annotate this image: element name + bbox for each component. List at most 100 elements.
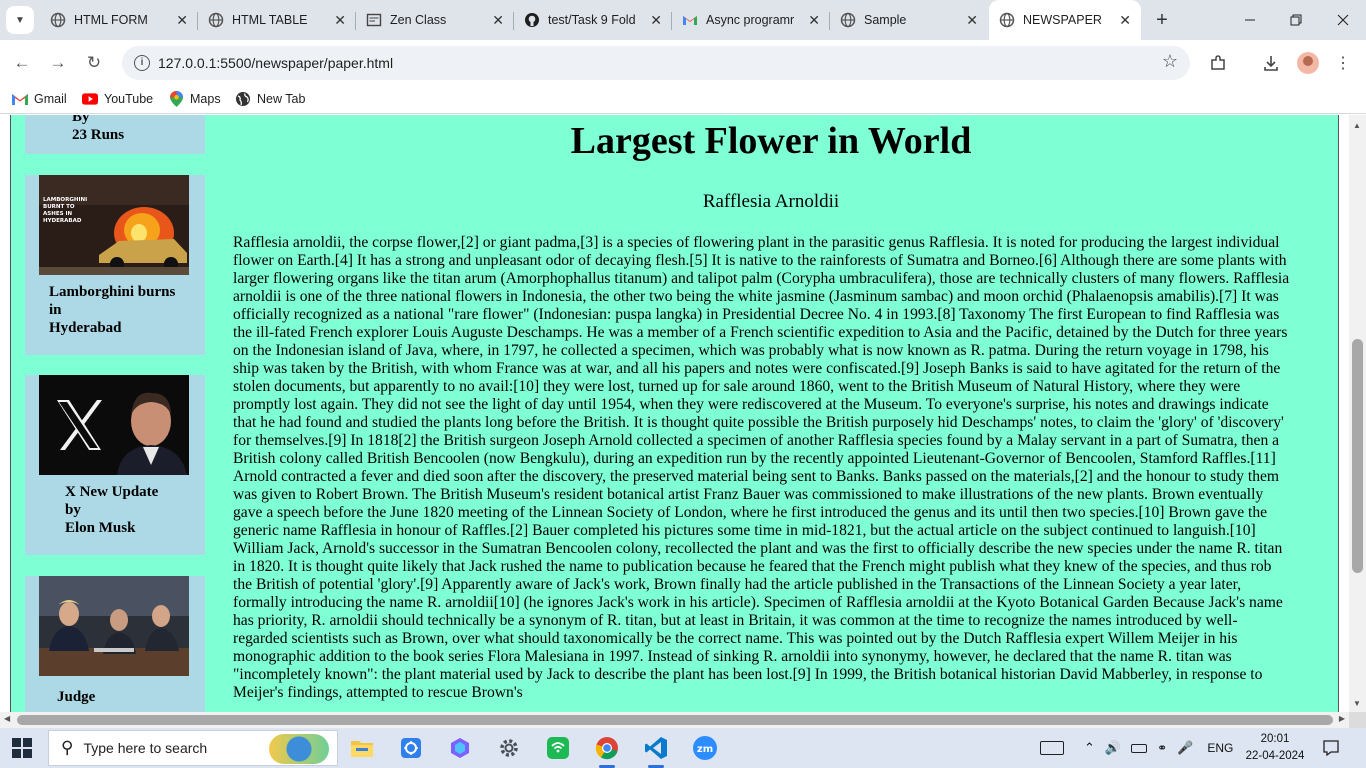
news-card-judge[interactable]: Judge: [25, 576, 205, 712]
microphone-icon[interactable]: 🎤: [1177, 740, 1193, 756]
search-highlight-icon[interactable]: [269, 734, 329, 764]
gmail-icon: [12, 91, 28, 107]
puzzle-icon: [1211, 55, 1225, 70]
wifi-icon[interactable]: ⚭: [1157, 741, 1167, 755]
clock-date: 22-04-2024: [1245, 750, 1305, 762]
close-icon[interactable]: ✕: [492, 12, 504, 29]
tab-html-table[interactable]: HTML TABLE ✕: [198, 0, 356, 40]
tab-newspaper[interactable]: NEWSPAPER ✕: [989, 0, 1141, 40]
tab-title: Zen Class: [390, 13, 447, 27]
close-icon[interactable]: ✕: [176, 12, 188, 29]
battery-icon[interactable]: [1131, 743, 1148, 753]
news-card-caption: Lamborghini burns in Hyderabad: [49, 284, 176, 336]
snipping-tool-icon[interactable]: [391, 732, 431, 764]
scroll-down-icon[interactable]: ▼: [1353, 699, 1361, 708]
news-card-lamborghini[interactable]: LAMBORGHINI BURNT TO ASHES IN HYDERABAD Lam…: [25, 175, 205, 355]
wifi-hotspot-icon[interactable]: [538, 732, 578, 764]
bookmark-maps[interactable]: Maps: [168, 91, 221, 107]
zoom-icon[interactable]: zm: [685, 732, 725, 764]
tab-search-button[interactable]: ▼: [6, 6, 34, 34]
tab-zen-class[interactable]: Zen Class ✕: [356, 0, 514, 40]
address-bar[interactable]: i 127.0.0.1:5500/newspaper/paper.html ☆: [122, 46, 1190, 80]
notification-icon: [1323, 740, 1339, 757]
courtroom-image[interactable]: [39, 576, 189, 676]
bookmark-new-tab[interactable]: New Tab: [235, 91, 305, 107]
lamborghini-fire-image[interactable]: LAMBORGHINI BURNT TO ASHES IN HYDERABAD: [39, 175, 189, 275]
notifications-button[interactable]: [1322, 728, 1340, 768]
tab-sample[interactable]: Sample ✕: [830, 0, 988, 40]
close-icon[interactable]: ✕: [334, 12, 346, 29]
news-card-caption: Judge: [57, 689, 96, 705]
close-icon[interactable]: ✕: [808, 12, 820, 29]
extensions-button[interactable]: [1205, 50, 1231, 76]
news-card-cricket[interactable]: By 23 Runs: [25, 115, 205, 154]
elon-musk-x-image[interactable]: [39, 375, 189, 475]
bookmark-label: Gmail: [34, 92, 67, 106]
tab-title: NEWSPAPER: [1023, 13, 1102, 27]
horizontal-scroll-thumb[interactable]: [17, 715, 1333, 725]
new-tab-button[interactable]: +: [1150, 8, 1174, 32]
taskbar-search-box[interactable]: ⚲ Type here to search: [48, 730, 338, 766]
windows-start-icon[interactable]: [12, 738, 32, 758]
keyboard-icon[interactable]: [1040, 741, 1064, 755]
scroll-right-icon[interactable]: ▶: [1339, 714, 1345, 723]
minimize-button[interactable]: [1227, 0, 1273, 40]
close-icon[interactable]: ✕: [1119, 12, 1131, 29]
downloads-button[interactable]: [1258, 50, 1284, 76]
vertical-scroll-thumb[interactable]: [1352, 339, 1363, 573]
site-info-icon[interactable]: i: [134, 55, 150, 71]
file-explorer-icon[interactable]: [342, 732, 382, 764]
bookmark-youtube[interactable]: YouTube: [82, 91, 153, 107]
download-icon: [1264, 56, 1278, 71]
profile-avatar[interactable]: [1297, 52, 1319, 74]
forward-button[interactable]: →: [44, 49, 72, 77]
search-icon: ⚲: [61, 738, 74, 757]
globe-icon: [50, 12, 66, 28]
close-icon[interactable]: ✕: [650, 12, 662, 29]
reload-button[interactable]: ↻: [80, 49, 108, 77]
bookmark-label: YouTube: [104, 92, 154, 106]
notification-tray: ⌃ 🔊 ⚭ 🎤 ENG: [1040, 728, 1233, 768]
close-icon[interactable]: ✕: [966, 12, 978, 29]
settings-icon[interactable]: [489, 732, 529, 764]
system-clock[interactable]: 20:01 22-04-2024: [1245, 731, 1305, 765]
scroll-left-icon[interactable]: ◀: [4, 714, 10, 723]
zen-class-icon: [366, 12, 382, 28]
close-window-button[interactable]: [1320, 0, 1366, 40]
vscode-icon[interactable]: [636, 732, 676, 768]
volume-icon[interactable]: 🔊: [1105, 740, 1121, 756]
bookmark-star-icon[interactable]: ☆: [1162, 51, 1178, 72]
menu-button[interactable]: ⋮: [1330, 50, 1356, 76]
page-viewport: By 23 Runs LAMBORGHINI BURNT TO ASHES IN…: [0, 115, 1349, 712]
tab-github[interactable]: test/Task 9 Fold ✕: [514, 0, 672, 40]
tab-strip: ▼ HTML FORM ✕ HTML TABLE ✕ Zen Class ✕ t…: [0, 0, 1366, 40]
arrow-left-icon: ←: [13, 53, 31, 72]
maps-icon: [168, 91, 184, 107]
article-subheadline: Rafflesia Arnoldii: [702, 191, 840, 212]
url-text[interactable]: 127.0.0.1:5500/newspaper/paper.html: [158, 55, 393, 71]
arrow-right-icon: →: [49, 53, 67, 72]
language-indicator[interactable]: ENG: [1207, 741, 1233, 755]
vertical-scrollbar[interactable]: ▲ ▼: [1349, 115, 1366, 712]
svg-text:zm: zm: [697, 744, 713, 755]
bookmark-gmail[interactable]: Gmail: [12, 91, 67, 107]
copilot-icon[interactable]: [440, 732, 480, 764]
horizontal-scrollbar[interactable]: ◀ ▶: [0, 712, 1349, 728]
tab-title: Async programr: [706, 13, 795, 27]
close-icon: [1337, 14, 1349, 26]
bookmarks-bar: Gmail YouTube Maps New Tab: [0, 86, 1366, 114]
restore-icon: [1290, 14, 1302, 26]
news-card-x-update[interactable]: X New Update by Elon Musk: [25, 375, 205, 555]
news-card-caption: X New Update by Elon Musk: [65, 484, 159, 536]
windows-taskbar: ⚲ Type here to search zm ⌃ 🔊 ⚭ 🎤 ENG 20:…: [0, 728, 1366, 768]
chrome-icon[interactable]: [587, 732, 627, 768]
tab-title: HTML FORM: [74, 13, 148, 27]
back-button[interactable]: ←: [8, 49, 36, 77]
tab-async-programming[interactable]: Async programr ✕: [672, 0, 830, 40]
tab-html-form[interactable]: HTML FORM ✕: [40, 0, 198, 40]
restore-button[interactable]: [1273, 0, 1319, 40]
tab-title: Sample: [864, 13, 907, 27]
scroll-up-icon[interactable]: ▲: [1353, 121, 1361, 130]
tab-title: test/Task 9 Fold: [548, 13, 636, 27]
chevron-up-icon[interactable]: ⌃: [1084, 740, 1095, 756]
